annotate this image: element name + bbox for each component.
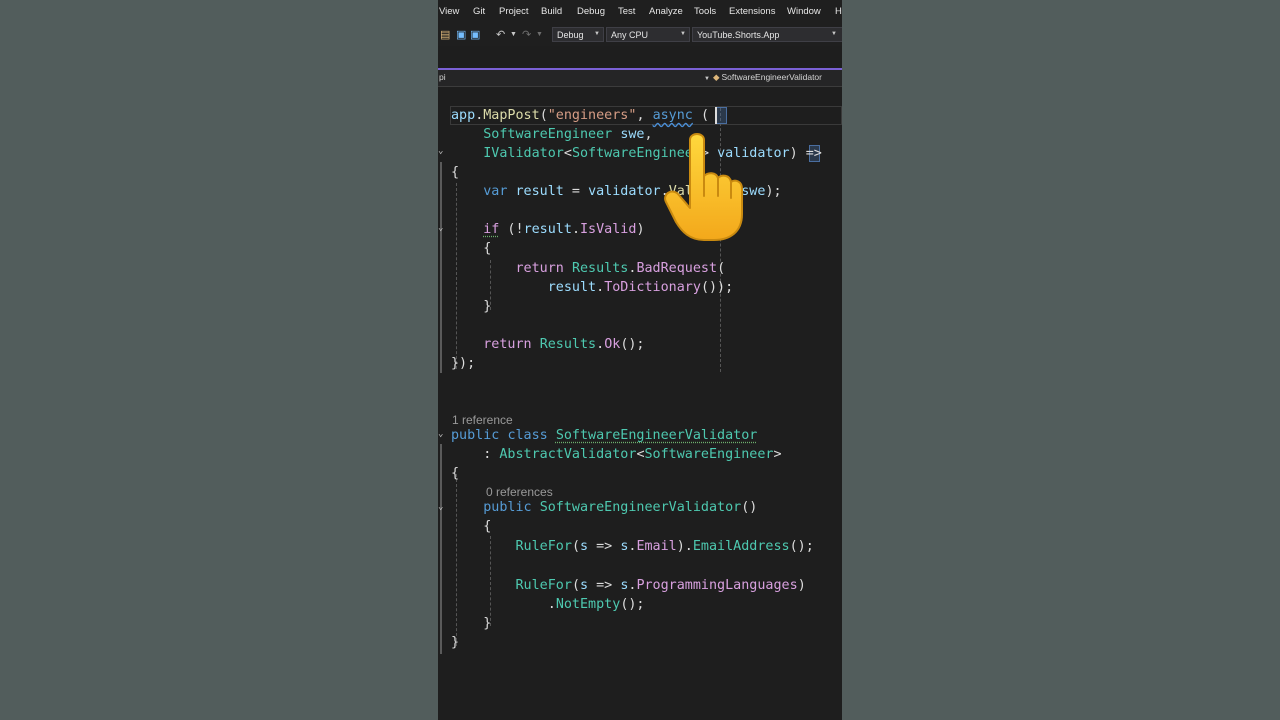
fold-chevron-icon[interactable]: ⌄ xyxy=(438,223,443,233)
chevron-down-icon: ▼ xyxy=(831,31,837,37)
code-line: : AbstractValidator<SoftwareEngineer> xyxy=(451,447,782,462)
menu-window[interactable]: Window xyxy=(787,6,821,17)
code-lens-references[interactable]: 0 references xyxy=(486,485,553,499)
redo-icon[interactable]: ↷ xyxy=(522,28,531,41)
startup-project-select[interactable]: YouTube.Shorts.App ▼ xyxy=(692,27,842,42)
menu-analyze[interactable]: Analyze xyxy=(649,6,683,17)
code-line: { xyxy=(451,241,492,256)
standard-toolbar: ▤ ▣ ▣ ↶ ▼ ↷ ▼ Debug ▼ Any CPU ▼ YouTube.… xyxy=(438,24,842,46)
code-line: }); xyxy=(451,356,476,371)
project-dropdown[interactable]: pi xyxy=(439,72,446,82)
left-backdrop xyxy=(0,0,438,720)
code-line: IValidator<SoftwareEngineer> validator) … xyxy=(483,146,822,161)
menu-tools[interactable]: Tools xyxy=(694,6,716,17)
menu-test[interactable]: Test xyxy=(618,6,635,17)
platform-value: Any CPU xyxy=(611,30,649,40)
code-line: .NotEmpty(); xyxy=(451,597,645,612)
save-all-icon[interactable]: ▣ xyxy=(470,28,480,41)
type-dropdown-label: SoftwareEngineerValidator xyxy=(721,72,823,82)
code-line: } xyxy=(451,616,492,631)
navigation-bar: pi ▼ ◆ SoftwareEngineerValidator xyxy=(438,70,842,87)
menu-debug[interactable]: Debug xyxy=(577,6,605,17)
platform-select[interactable]: Any CPU ▼ xyxy=(606,27,690,42)
code-lens-references[interactable]: 1 reference xyxy=(452,413,513,427)
folder-open-icon[interactable]: ▤ xyxy=(440,28,450,41)
chevron-down-icon[interactable]: ▼ xyxy=(510,31,517,38)
code-line: { xyxy=(451,519,492,534)
code-line: { xyxy=(451,165,460,180)
code-line: public class SoftwareEngineerValidator xyxy=(451,428,758,443)
code-line: if (!result.IsValid) xyxy=(483,222,645,237)
right-backdrop xyxy=(842,0,1280,720)
code-line: } xyxy=(451,299,492,314)
code-line: return Results.Ok(); xyxy=(483,337,645,352)
menu-project[interactable]: Project xyxy=(499,6,529,17)
chevron-down-icon: ▼ xyxy=(704,76,710,82)
code-line: { xyxy=(451,466,460,481)
startup-project-value: YouTube.Shorts.App xyxy=(697,30,780,40)
fold-chevron-icon[interactable]: ⌄ xyxy=(438,502,443,512)
menu-help[interactable]: H xyxy=(835,6,842,17)
save-icon[interactable]: ▣ xyxy=(456,28,466,41)
outline-bar xyxy=(440,162,442,373)
undo-icon[interactable]: ↶ xyxy=(496,28,505,41)
code-line: RuleFor(s => s.ProgrammingLanguages) xyxy=(515,578,806,593)
brace-match-highlight xyxy=(716,107,727,124)
menu-build[interactable]: Build xyxy=(541,6,562,17)
menu-git[interactable]: Git xyxy=(473,6,485,17)
chevron-down-icon: ▼ xyxy=(594,31,600,37)
code-line: app.MapPost("engineers", async ( xyxy=(451,108,709,123)
code-line: SoftwareEngineer swe, xyxy=(483,127,653,142)
menu-bar: View Git Project Build Debug Test Analyz… xyxy=(438,0,842,24)
type-dropdown[interactable]: ▼ ◆ SoftwareEngineerValidator xyxy=(704,72,822,83)
configuration-value: Debug xyxy=(557,30,584,40)
fold-chevron-icon[interactable]: ⌄ xyxy=(438,429,443,439)
visual-studio-window: View Git Project Build Debug Test Analyz… xyxy=(438,0,842,720)
configuration-select[interactable]: Debug ▼ xyxy=(552,27,604,42)
chevron-down-icon: ▼ xyxy=(680,31,686,37)
menu-view[interactable]: View xyxy=(439,6,459,17)
tab-strip xyxy=(438,46,842,68)
fold-chevron-icon[interactable]: ⌄ xyxy=(438,146,443,156)
code-line: } xyxy=(451,635,460,650)
code-line: RuleFor(s => s.Email).EmailAddress(); xyxy=(515,539,814,554)
code-line: public SoftwareEngineerValidator() xyxy=(483,500,758,515)
pointing-hand-emoji xyxy=(664,133,743,241)
outline-bar xyxy=(440,444,442,654)
class-icon: ◆ xyxy=(712,72,720,82)
code-line: return Results.BadRequest( xyxy=(515,261,726,276)
chevron-down-icon[interactable]: ▼ xyxy=(536,31,543,38)
menu-extensions[interactable]: Extensions xyxy=(729,6,775,17)
code-editor[interactable]: ⌄ ⌄ ⌄ ⌄ app.MapPost("engineers", async (… xyxy=(438,86,842,720)
code-line: result.ToDictionary()); xyxy=(547,280,734,295)
text-caret xyxy=(715,107,717,124)
